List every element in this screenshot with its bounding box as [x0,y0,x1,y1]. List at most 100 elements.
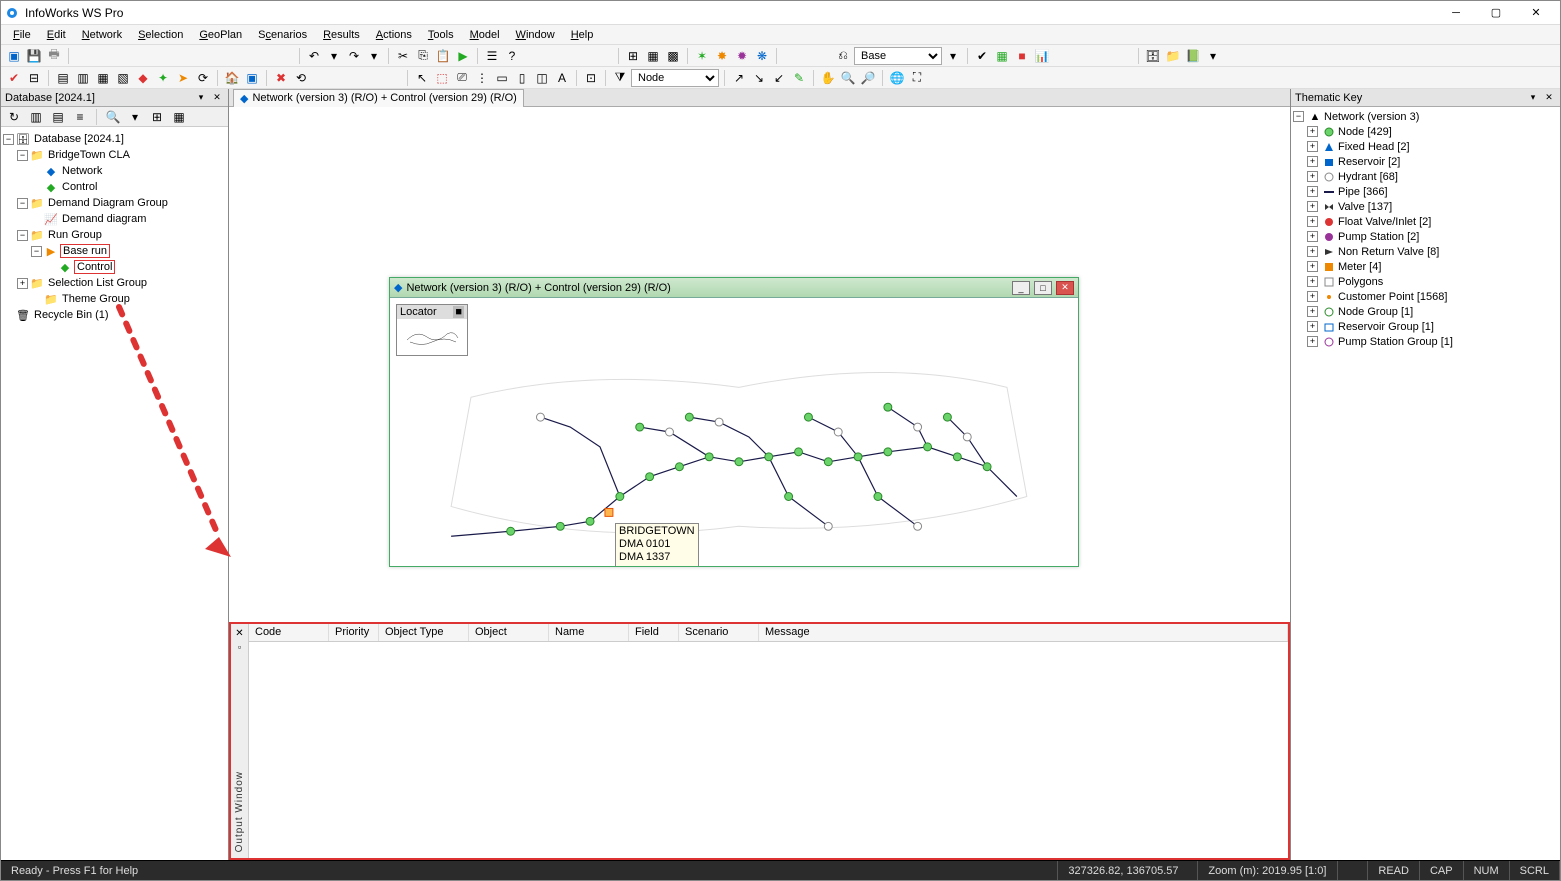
tool-b8-icon[interactable]: ➤ [174,69,192,87]
geoplan-titlebar[interactable]: ◆ Network (version 3) (R/O) + Control (v… [390,278,1078,298]
snap-icon[interactable]: ⊞ [624,47,642,65]
panel-menu-icon[interactable]: ▾ [194,91,208,105]
col-message[interactable]: Message [759,624,1288,641]
tree-network[interactable]: Network [60,165,104,177]
tree-rg[interactable]: Run Group [46,229,104,241]
col-field[interactable]: Field [629,624,679,641]
key-toggle[interactable]: + [1307,201,1318,212]
col-name[interactable]: Name [549,624,629,641]
undo-split-icon[interactable]: ▾ [325,47,343,65]
menu-geoplan[interactable]: GeoPlan [191,27,250,43]
tree-control[interactable]: Control [60,181,99,193]
key-item-label[interactable]: Fixed Head [2] [1338,141,1410,153]
tree-bridgetown[interactable]: BridgeTown CLA [46,149,132,161]
menu-model[interactable]: Model [462,27,508,43]
globe-icon[interactable]: 🌐 [888,69,906,87]
star1-icon[interactable]: ✶ [693,47,711,65]
pt-3-icon[interactable]: ▤ [49,108,67,126]
mdi-tab[interactable]: ◆ Network (version 3) (R/O) + Control (v… [233,89,524,107]
key-item-label[interactable]: Hydrant [68] [1338,171,1398,183]
output-table[interactable]: Code Priority Object Type Object Name Fi… [249,624,1288,858]
db-icon[interactable]: 🗄 [1144,47,1162,65]
undo-icon[interactable]: ↶ [305,47,323,65]
book-icon[interactable]: 📗 [1184,47,1202,65]
grid1-icon[interactable]: ▦ [644,47,662,65]
panel-close-icon[interactable]: ✕ [210,91,224,105]
menu-selection[interactable]: Selection [130,27,191,43]
home-icon[interactable]: 🏠 [223,69,241,87]
menu-help[interactable]: Help [563,27,602,43]
thematic-key-tree[interactable]: −▲Network (version 3) +Node [429]+Fixed … [1291,107,1560,860]
tree-baserun-control[interactable]: Control [74,260,115,274]
tool-e1-icon[interactable]: ⊡ [582,69,600,87]
tree-toggle[interactable]: − [31,246,42,257]
maximize-button[interactable]: ▢ [1476,1,1516,25]
tree-ddg[interactable]: Demand Diagram Group [46,197,170,209]
object-combo[interactable]: Node [631,69,719,87]
key-item-label[interactable]: Valve [137] [1338,201,1392,213]
menu-tools[interactable]: Tools [420,27,462,43]
menu-scenarios[interactable]: Scenarios [250,27,315,43]
text-icon[interactable]: A [553,69,571,87]
save-icon[interactable]: 💾 [25,47,43,65]
tool-b1-icon[interactable]: ⊟ [25,69,43,87]
scenario-icon[interactable]: ⎌ [834,47,852,65]
close-button[interactable]: ✕ [1516,1,1556,25]
minimize-button[interactable]: ─ [1436,1,1476,25]
key-toggle[interactable]: + [1307,156,1318,167]
filter-icon[interactable]: ⧩ [611,69,629,87]
tool-d3-icon[interactable]: ▭ [493,69,511,87]
key-toggle[interactable]: + [1307,216,1318,227]
output-close-icon[interactable]: ✕ [233,626,247,640]
tree-toggle[interactable]: − [3,134,14,145]
validate-icon[interactable]: ✔ [973,47,991,65]
pt-8-icon[interactable]: ▦ [170,108,188,126]
menu-edit[interactable]: Edit [39,27,74,43]
tree-bin[interactable]: Recycle Bin (1) [32,309,111,321]
key-toggle[interactable]: + [1307,126,1318,137]
key-item-label[interactable]: Pump Station [2] [1338,231,1419,243]
database-tree[interactable]: −🗄Database [2024.1] −📁BridgeTown CLA ◆Ne… [1,127,228,860]
scenario-add-icon[interactable]: ▾ [944,47,962,65]
tool-b2-icon[interactable]: ▤ [54,69,72,87]
menu-network[interactable]: Network [74,27,130,43]
hand-icon[interactable]: ✋ [819,69,837,87]
key-toggle[interactable]: + [1307,321,1318,332]
tool-c2-icon[interactable]: ⟲ [292,69,310,87]
star4-icon[interactable]: ❋ [753,47,771,65]
tool-f3-icon[interactable]: ↙ [770,69,788,87]
scenario-combo[interactable]: Base [854,47,942,65]
tool-b9-icon[interactable]: ⟳ [194,69,212,87]
child-max-button[interactable]: □ [1034,281,1052,295]
locator-close-icon[interactable]: ■ [453,306,464,318]
tool-b6-icon[interactable]: ◆ [134,69,152,87]
key-item-label[interactable]: Non Return Valve [8] [1338,246,1439,258]
pt-7-icon[interactable]: ⊞ [148,108,166,126]
tool-b7-icon[interactable]: ✦ [154,69,172,87]
tree-toggle[interactable]: − [17,198,28,209]
menu-window[interactable]: Window [508,27,563,43]
tree-root[interactable]: Database [2024.1] [32,133,126,145]
tool-d2-icon[interactable]: ⋮ [473,69,491,87]
key-toggle[interactable]: + [1307,276,1318,287]
col-objtype[interactable]: Object Type [379,624,469,641]
open-icon[interactable]: ▣ [5,47,23,65]
chart-icon[interactable]: 📊 [1033,47,1051,65]
star3-icon[interactable]: ✹ [733,47,751,65]
pt-4-icon[interactable]: ≡ [71,108,89,126]
tool-f1-icon[interactable]: ↗ [730,69,748,87]
key-item-label[interactable]: Customer Point [1568] [1338,291,1447,303]
tool-b3-icon[interactable]: ▥ [74,69,92,87]
run-icon[interactable]: ▶ [454,47,472,65]
key-toggle[interactable]: + [1307,186,1318,197]
key-item-label[interactable]: Node Group [1] [1338,306,1413,318]
menu-actions[interactable]: Actions [368,27,420,43]
key-item-label[interactable]: Reservoir Group [1] [1338,321,1434,333]
child-min-button[interactable]: _ [1012,281,1030,295]
key-toggle[interactable]: + [1307,261,1318,272]
key-toggle[interactable]: + [1307,306,1318,317]
layers-icon[interactable]: ☰ [483,47,501,65]
help-icon[interactable]: ? [503,47,521,65]
menu-results[interactable]: Results [315,27,368,43]
results-icon[interactable]: ▦ [993,47,1011,65]
